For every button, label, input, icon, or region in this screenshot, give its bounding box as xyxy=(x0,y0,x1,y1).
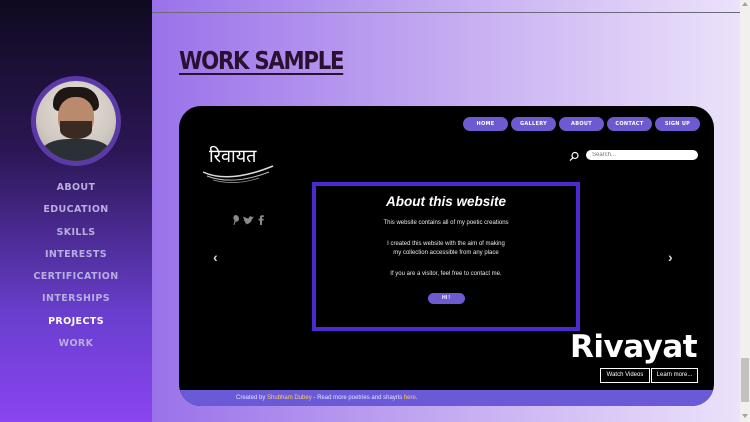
carousel-next-icon[interactable]: › xyxy=(668,249,673,265)
hi-button[interactable]: HI ! xyxy=(427,293,465,304)
sidebar-item-work[interactable]: WORK xyxy=(0,333,152,355)
preview-nav-home[interactable]: HOME xyxy=(463,117,508,131)
page-scrollbar[interactable] xyxy=(740,0,750,422)
about-paragraph-3: If you are a visitor, feel free to conta… xyxy=(390,271,502,277)
preview-footer: Created by Shubham Dubey - Read more poe… xyxy=(179,390,714,406)
preview-nav-gallery[interactable]: GALLERY xyxy=(511,117,556,131)
twitter-icon[interactable] xyxy=(243,215,254,225)
watch-videos-button[interactable]: Watch Videos xyxy=(600,368,650,383)
sidebar-item-certification[interactable]: CERTIFICATION xyxy=(0,266,152,288)
sidebar-item-education[interactable]: EDUCATION xyxy=(0,199,152,221)
sidebar-item-about[interactable]: ABOUT xyxy=(0,177,152,199)
photo-body xyxy=(42,139,110,161)
footer-prefix: Created by xyxy=(236,395,268,401)
footer-middle: - Read more poetries and shayris xyxy=(311,395,404,401)
preview-nav-signup[interactable]: SIGN UP xyxy=(655,117,700,131)
sidebar-item-projects[interactable]: PROJECTS xyxy=(0,311,152,333)
section-title: WORK SAMPLE xyxy=(179,46,345,75)
sidebar-item-interests[interactable]: INTERESTS xyxy=(0,244,152,266)
about-website-box: About this website This website contains… xyxy=(312,182,580,331)
footer-author-link[interactable]: Shubham Dubey xyxy=(267,395,312,401)
photo-beard xyxy=(60,121,92,139)
search-input[interactable] xyxy=(586,149,698,160)
logo-swoosh-icon xyxy=(202,165,274,183)
scroll-down-icon[interactable] xyxy=(742,414,748,418)
preview-nav-about[interactable]: ABOUT xyxy=(559,117,604,131)
pinterest-icon[interactable] xyxy=(231,215,239,225)
about-paragraph-2: I created this website with the aim of m… xyxy=(387,241,505,256)
scroll-thumb[interactable] xyxy=(741,358,749,402)
scroll-up-icon[interactable] xyxy=(742,2,748,6)
preview-search xyxy=(569,149,698,162)
sidebar: ABOUT EDUCATION SKILLS INTERESTS CERTIFI… xyxy=(0,0,152,422)
project-preview[interactable]: HOME GALLERY ABOUT CONTACT SIGN UP रिवाय… xyxy=(179,106,714,406)
footer-suffix: . xyxy=(415,395,418,401)
avatar xyxy=(31,76,121,166)
preview-logo: रिवायत xyxy=(199,142,279,186)
learn-more-button[interactable]: Learn more... xyxy=(651,368,698,383)
preview-nav: HOME GALLERY ABOUT CONTACT SIGN UP xyxy=(463,117,700,131)
social-links xyxy=(231,215,264,225)
brand-title: Rivayat xyxy=(570,329,698,365)
carousel-prev-icon[interactable]: ‹ xyxy=(213,249,218,265)
search-icon[interactable] xyxy=(569,149,580,162)
sidebar-item-skills[interactable]: SKILLS xyxy=(0,222,152,244)
footer-here-link[interactable]: here xyxy=(404,395,416,401)
about-title: About this website xyxy=(385,194,506,209)
profile-photo xyxy=(36,81,116,161)
sidebar-nav: ABOUT EDUCATION SKILLS INTERESTS CERTIFI… xyxy=(0,177,152,355)
sidebar-item-interships[interactable]: INTERSHIPS xyxy=(0,288,152,310)
preview-nav-contact[interactable]: CONTACT xyxy=(607,117,652,131)
top-divider xyxy=(152,12,740,13)
facebook-icon[interactable] xyxy=(258,215,264,225)
about-paragraph-1: This website contains all of my poetic c… xyxy=(383,220,509,226)
